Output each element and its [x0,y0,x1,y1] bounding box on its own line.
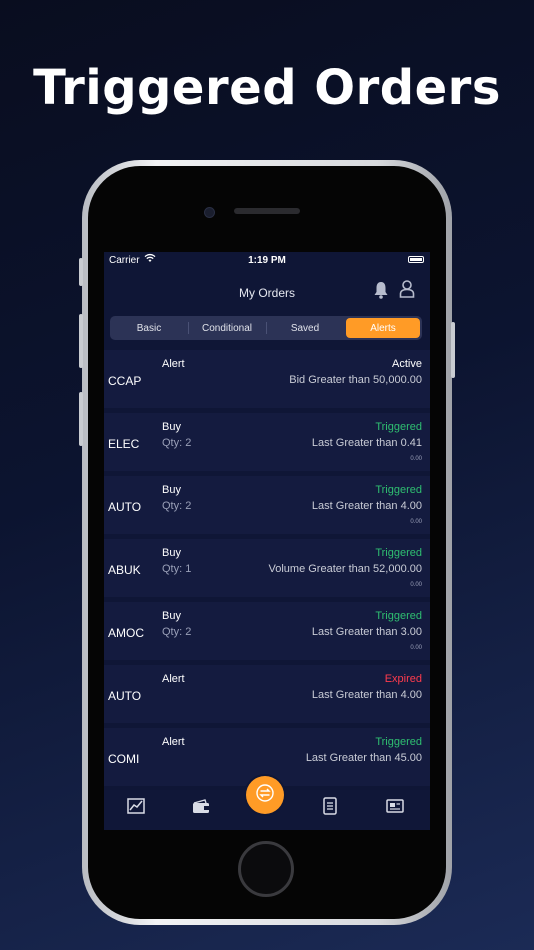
order-change: 0.00 [410,456,422,462]
order-symbol: AUTO [108,500,142,514]
order-row[interactable]: ELEC Buy Qty: 2 Triggered Last Greater t… [104,413,430,471]
order-row[interactable]: CCAP Alert Active Bid Greater than 50,00… [104,350,430,408]
order-qty: Qty: 2 [162,500,192,512]
order-state: Triggered [375,484,422,496]
home-button[interactable] [238,841,294,897]
order-type: Buy [162,421,181,433]
segment-basic[interactable]: Basic [112,318,189,338]
order-condition: Last Greater than 0.41 [311,437,422,449]
order-qty: Qty: 2 [162,437,192,449]
tab-news[interactable] [383,798,407,818]
order-symbol: CCAP [108,374,142,388]
order-condition: Last Greater than 45.00 [305,752,422,764]
front-camera [204,207,215,218]
order-qty: Qty: 2 [162,626,192,638]
order-condition: Bid Greater than 50,000.00 [289,374,422,386]
order-type: Buy [162,547,181,559]
user-icon[interactable] [398,279,416,299]
segment-saved[interactable]: Saved [268,318,342,338]
segment-alerts[interactable]: Alerts [346,318,420,338]
order-state: Triggered [375,736,422,748]
mute-switch [79,258,83,286]
order-type: Alert [162,358,185,370]
order-qty: Qty: 1 [162,563,192,575]
orders-icon [322,796,338,820]
status-bar: Carrier 1:19 PM [104,252,430,268]
app-screen: Carrier 1:19 PM My Orders Basic Conditio… [104,252,430,830]
headline: Triggered Orders [33,60,501,116]
status-time: 1:19 PM [248,255,286,266]
trade-icon [256,783,274,807]
order-state: Expired [384,673,422,685]
order-state: Active [392,358,422,370]
wallet-icon [192,798,210,819]
order-type: Alert [162,673,185,685]
order-change: 0.00 [410,582,422,588]
tab-portfolio[interactable] [189,798,213,818]
order-change: 0.00 [410,519,422,525]
tab-market[interactable] [124,797,148,819]
power-button [451,322,455,378]
order-condition: Volume Greater than 52,000.00 [268,563,423,575]
order-row[interactable]: AUTO Alert Expired Last Greater than 4.0… [104,665,430,723]
order-type: Buy [162,610,181,622]
order-state: Triggered [375,610,422,622]
order-condition: Last Greater than 4.00 [311,500,422,512]
trade-button[interactable] [246,776,284,814]
tab-orders[interactable] [318,796,342,820]
bell-icon[interactable] [372,280,390,300]
order-type: Buy [162,484,181,496]
volume-up-button [79,314,83,368]
order-condition: Last Greater than 4.00 [311,689,422,701]
order-symbol: AMOC [108,626,144,640]
order-row[interactable]: AMOC Buy Qty: 2 Triggered Last Greater t… [104,602,430,660]
order-row[interactable]: ABUK Buy Qty: 1 Triggered Volume Greater… [104,539,430,597]
order-condition: Last Greater than 3.00 [311,626,422,638]
order-state: Triggered [375,421,422,433]
order-symbol: AUTO [108,689,142,703]
order-type-segmented-control: Basic Conditional Saved Alerts [110,316,422,340]
order-row[interactable]: AUTO Buy Qty: 2 Triggered Last Greater t… [104,476,430,534]
chart-icon [127,797,145,819]
order-change: 0.00 [410,645,422,651]
order-type: Alert [162,736,185,748]
order-state: Triggered [375,547,422,559]
battery-icon [408,256,424,263]
order-symbol: ELEC [108,437,140,451]
earpiece-speaker [234,208,300,214]
order-symbol: COMI [108,752,140,766]
segment-conditional[interactable]: Conditional [190,318,267,338]
volume-down-button [79,392,83,446]
order-symbol: ABUK [108,563,141,577]
news-icon [386,798,404,819]
